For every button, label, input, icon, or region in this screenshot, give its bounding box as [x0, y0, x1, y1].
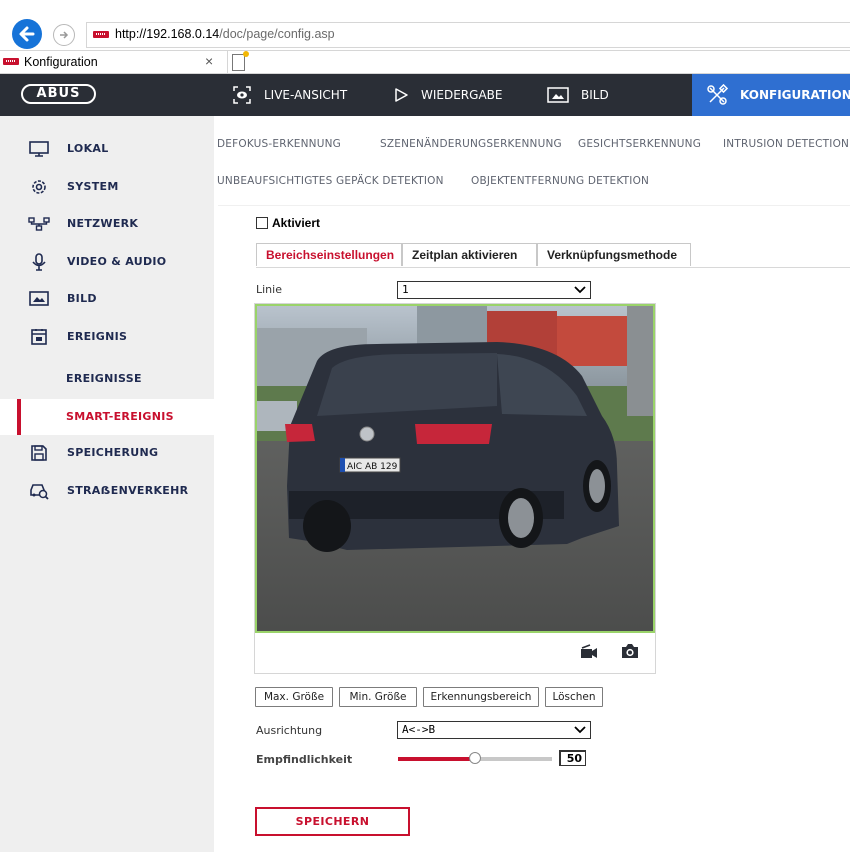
sidebar-item-system[interactable]: SYSTEM: [0, 169, 214, 205]
line-label: Linie: [256, 283, 282, 296]
sensitivity-slider[interactable]: [398, 752, 552, 764]
line-select[interactable]: 1: [397, 281, 591, 299]
sidebar-item-label: VIDEO & AUDIO: [67, 255, 167, 268]
eye-camera-icon: [232, 85, 252, 105]
car-search-icon: [28, 482, 50, 500]
tools-icon: [706, 84, 728, 106]
tab-linkage-method[interactable]: Verknüpfungsmethode: [537, 243, 691, 266]
sidebar: LOKAL SYSTEM NETZWERK VIDEO & AUDIO BILD…: [0, 116, 214, 852]
sidebar-item-label: BILD: [67, 292, 97, 305]
line-select-value: 1: [402, 283, 409, 296]
image-icon: [28, 290, 50, 308]
direction-select-value: A<->B: [402, 723, 436, 736]
direction-label: Ausrichtung: [256, 724, 323, 737]
camera-snapshot-icon[interactable]: [621, 643, 639, 663]
monitor-icon: [28, 140, 50, 158]
license-plate-text: AIC AB 129: [347, 462, 398, 472]
sidebar-item-ereignisse[interactable]: EREIGNISSE: [0, 361, 214, 397]
direction-select[interactable]: A<->B: [397, 721, 591, 739]
browser-back-button[interactable]: [12, 19, 42, 49]
subtab-unattended-baggage[interactable]: UNBEAUFSICHTIGTES GEPÄCK DETEKTION: [217, 175, 444, 187]
camera-image: AIC AB 129: [257, 306, 653, 631]
tab-area-settings[interactable]: Bereichseinstellungen: [256, 243, 402, 266]
subtab-intrusion-detection[interactable]: INTRUSION DETECTION: [723, 138, 849, 150]
nav-configuration-label: KONFIGURATION: [740, 88, 850, 102]
max-size-button[interactable]: Max. Größe: [255, 687, 333, 707]
browser-toolbar: http://192.168.0.14/doc/page/config.asp: [0, 0, 850, 50]
sidebar-item-strassenverkehr[interactable]: STRAẞENVERKEHR: [0, 473, 214, 509]
sidebar-item-speicherung[interactable]: SPEICHERUNG: [0, 435, 214, 471]
detection-area-button[interactable]: Erkennungsbereich: [423, 687, 539, 707]
floppy-icon: [28, 444, 50, 462]
sensitivity-slider-thumb[interactable]: [469, 752, 481, 764]
url-host: http://192.168.0.14: [115, 27, 220, 41]
video-preview[interactable]: AIC AB 129: [255, 304, 655, 633]
sidebar-item-label: SPEICHERUNG: [67, 446, 159, 459]
subtab-defocus[interactable]: DEFOKUS-ERKENNUNG: [217, 138, 341, 150]
nav-playback[interactable]: WIEDERGABE: [393, 74, 502, 116]
subtab-scene-change[interactable]: SZENENÄNDERUNGSERKENNUNG: [380, 138, 562, 150]
sidebar-item-ereignis[interactable]: EREIGNIS: [0, 319, 214, 355]
microphone-icon: [28, 253, 50, 271]
sidebar-item-label: EREIGNIS: [67, 330, 128, 343]
sidebar-item-label: STRAẞENVERKEHR: [67, 484, 189, 497]
sensitivity-label: Empfindlichkeit: [256, 753, 353, 766]
save-button[interactable]: SPEICHERN: [255, 807, 410, 836]
subtab-face-detection[interactable]: GESICHTSERKENNUNG: [578, 138, 701, 150]
settings-steps: Bereichseinstellungen Zeitplan aktiviere…: [256, 243, 850, 268]
chevron-down-icon: [574, 726, 586, 734]
browser-tab[interactable]: Konfiguration ×: [0, 51, 228, 74]
sidebar-item-video-audio[interactable]: VIDEO & AUDIO: [0, 244, 214, 280]
sidebar-item-label: SYSTEM: [67, 180, 119, 193]
address-bar[interactable]: http://192.168.0.14/doc/page/config.asp: [86, 22, 850, 48]
nav-image-label: BILD: [581, 88, 609, 102]
sidebar-item-label: EREIGNISSE: [66, 372, 142, 385]
sensitivity-value-input[interactable]: 50: [559, 750, 586, 766]
arrow-right-icon: [60, 31, 69, 39]
enabled-checkbox[interactable]: [256, 217, 268, 229]
sensitivity-slider-fill: [398, 757, 475, 761]
sidebar-item-netzwerk[interactable]: NETZWERK: [0, 206, 214, 242]
record-icon[interactable]: [580, 643, 598, 663]
tab-schedule[interactable]: Zeitplan aktivieren: [402, 243, 537, 266]
sidebar-item-label: SMART-EREIGNIS: [66, 410, 174, 423]
sidebar-item-label: NETZWERK: [67, 217, 139, 230]
url-text: http://192.168.0.14/doc/page/config.asp: [115, 27, 335, 41]
sidebar-item-lokal[interactable]: LOKAL: [0, 131, 214, 167]
delete-button[interactable]: Löschen: [545, 687, 603, 707]
nav-image[interactable]: BILD: [547, 74, 609, 116]
play-icon: [393, 87, 409, 103]
enabled-label: Aktiviert: [272, 216, 321, 230]
nav-live-view-label: LIVE-ANSICHT: [264, 88, 348, 102]
tab-title: Konfiguration: [24, 55, 98, 69]
sidebar-item-smart-ereignis[interactable]: SMART-EREIGNIS: [0, 399, 214, 435]
nav-configuration[interactable]: KONFIGURATION: [692, 74, 850, 116]
subtab-divider: [218, 205, 850, 206]
tab-favicon-icon: [3, 58, 19, 65]
enabled-checkbox-row[interactable]: Aktiviert: [256, 216, 320, 230]
calendar-icon: [28, 328, 50, 346]
app-header: ABUS LIVE-ANSICHT WIEDERGABE BILD KONFIG…: [0, 74, 850, 116]
network-icon: [28, 215, 50, 233]
min-size-button[interactable]: Min. Größe: [339, 687, 417, 707]
sidebar-item-label: LOKAL: [67, 142, 109, 155]
url-path: /doc/page/config.asp: [219, 27, 335, 41]
arrow-left-icon: [19, 26, 35, 42]
main-content: DEFOKUS-ERKENNUNG SZENENÄNDERUNGSERKENNU…: [214, 116, 850, 852]
video-preview-panel: AIC AB 129: [254, 303, 656, 674]
subtab-object-removal[interactable]: OBJEKTENTFERNUNG DETEKTION: [471, 175, 649, 187]
nav-playback-label: WIEDERGABE: [421, 88, 503, 102]
site-favicon-icon: [93, 31, 109, 38]
new-tab-icon[interactable]: [232, 51, 249, 71]
chevron-down-icon: [574, 286, 586, 294]
tab-close-icon[interactable]: ×: [205, 53, 213, 69]
nav-live-view[interactable]: LIVE-ANSICHT: [232, 74, 347, 116]
browser-forward-button[interactable]: [53, 24, 75, 46]
image-icon: [547, 87, 569, 103]
browser-tab-bar: Konfiguration ×: [0, 50, 850, 74]
gear-icon: [28, 178, 50, 196]
sidebar-item-bild[interactable]: BILD: [0, 281, 214, 317]
abus-logo: ABUS: [21, 84, 96, 104]
